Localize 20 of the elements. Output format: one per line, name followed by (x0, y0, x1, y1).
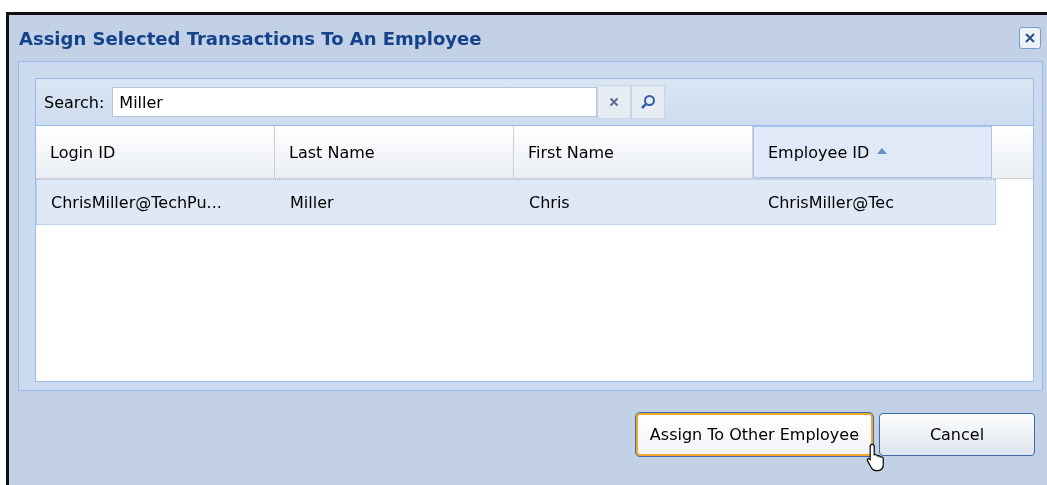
close-button[interactable] (1019, 27, 1041, 49)
table-cell-text: Chris (528, 192, 571, 212)
column-header[interactable]: Last Name (275, 126, 514, 178)
table-cell-text: ChrisMiller@Tec (767, 192, 895, 212)
assign-button[interactable]: Assign To Other Employee (635, 412, 873, 456)
search-button[interactable] (631, 85, 666, 119)
clear-icon (609, 97, 620, 107)
search-label: Search: (44, 92, 105, 112)
window-title: Assign Selected Transactions To An Employee (19, 27, 482, 49)
table-cell-text: Miller (289, 192, 335, 212)
close-icon (1024, 32, 1036, 44)
column-header[interactable]: Login ID (36, 126, 275, 178)
table-cell-text: ChrisMiller@TechPu... (50, 192, 223, 212)
table-row[interactable]: ChrisMiller@TechPu... Miller Chris ChrisMiller@Tec (36, 179, 996, 225)
column-header[interactable]: Employee ID (753, 126, 992, 178)
search-icon (640, 94, 657, 110)
search-field[interactable]: Miller (112, 87, 598, 117)
cancel-button[interactable]: Cancel (879, 412, 1035, 456)
clear-button[interactable] (597, 85, 632, 119)
sort-arrow-icon (877, 148, 888, 154)
